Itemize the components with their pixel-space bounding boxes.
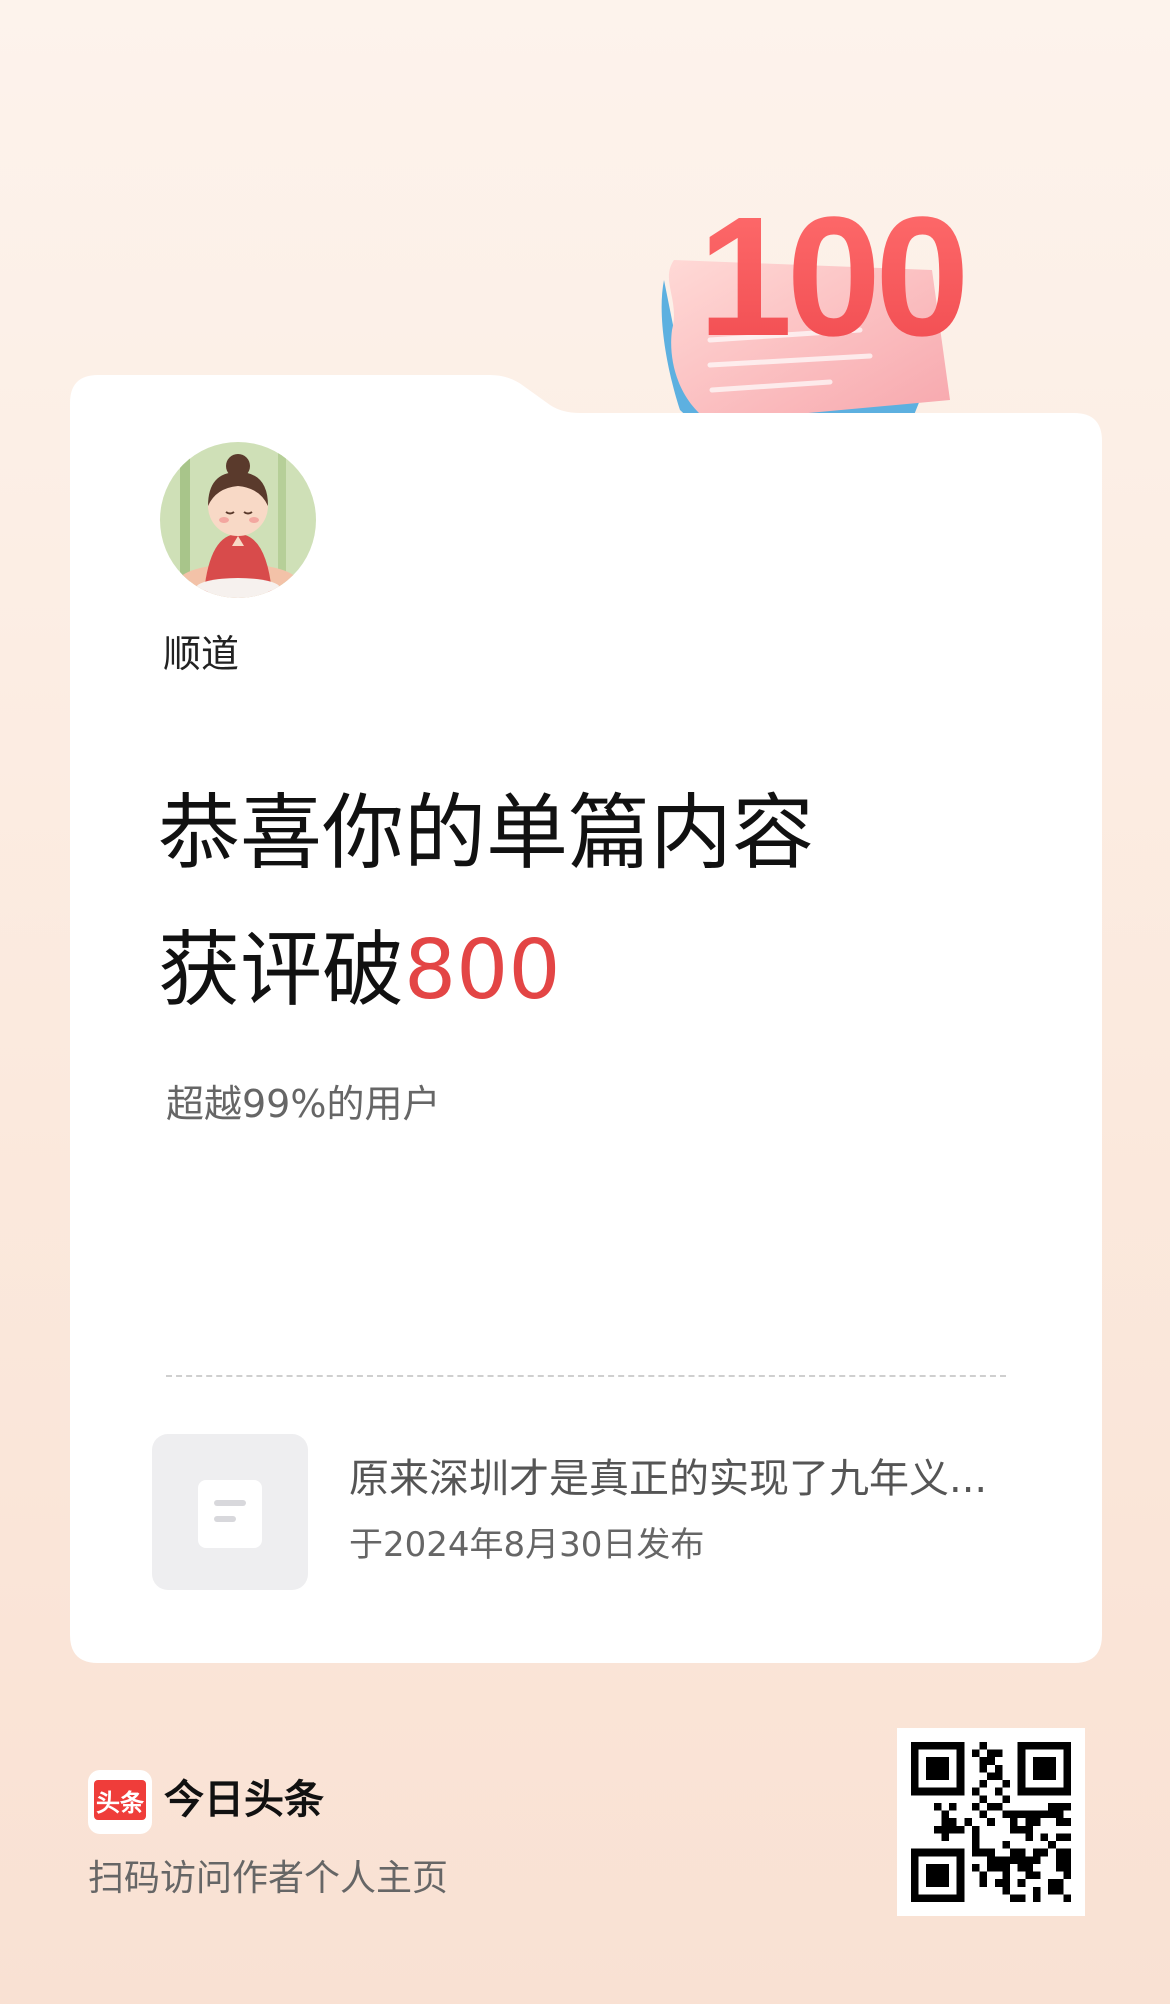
highlight-number: 800 [404,923,561,1018]
svg-text:100: 100 [698,182,964,372]
username: 顺道 [163,632,240,676]
logo-mark: 头条 [94,1780,146,1820]
headline-line-2: 获评破800 [158,930,561,1012]
scan-instruction: 扫码访问作者个人主页 [88,1858,449,1899]
headline-line-1: 恭喜你的单篇内容 [158,786,815,881]
ranking-subline: 超越99%的用户 [166,1082,441,1126]
avatar[interactable] [160,442,316,598]
article-title[interactable]: 原来深圳才是真正的实现了九年义... [349,1455,1009,1503]
qr-code[interactable] [897,1728,1085,1916]
toutiao-logo: 头条 [88,1770,152,1834]
qr-code-pattern [911,1742,1071,1902]
article-publish-date: 于2024年8月30日发布 [349,1525,705,1565]
dashed-divider [166,1375,1006,1377]
headline-prefix: 获评破 [158,923,405,1018]
achievement-card: 顺道 恭喜你的单篇内容 获评破800 超越99%的用户 原来深圳才是真正的实现了… [70,375,1102,1663]
article-thumbnail[interactable] [152,1434,308,1590]
document-icon [198,1480,262,1548]
app-name: 今日头条 [164,1777,324,1823]
